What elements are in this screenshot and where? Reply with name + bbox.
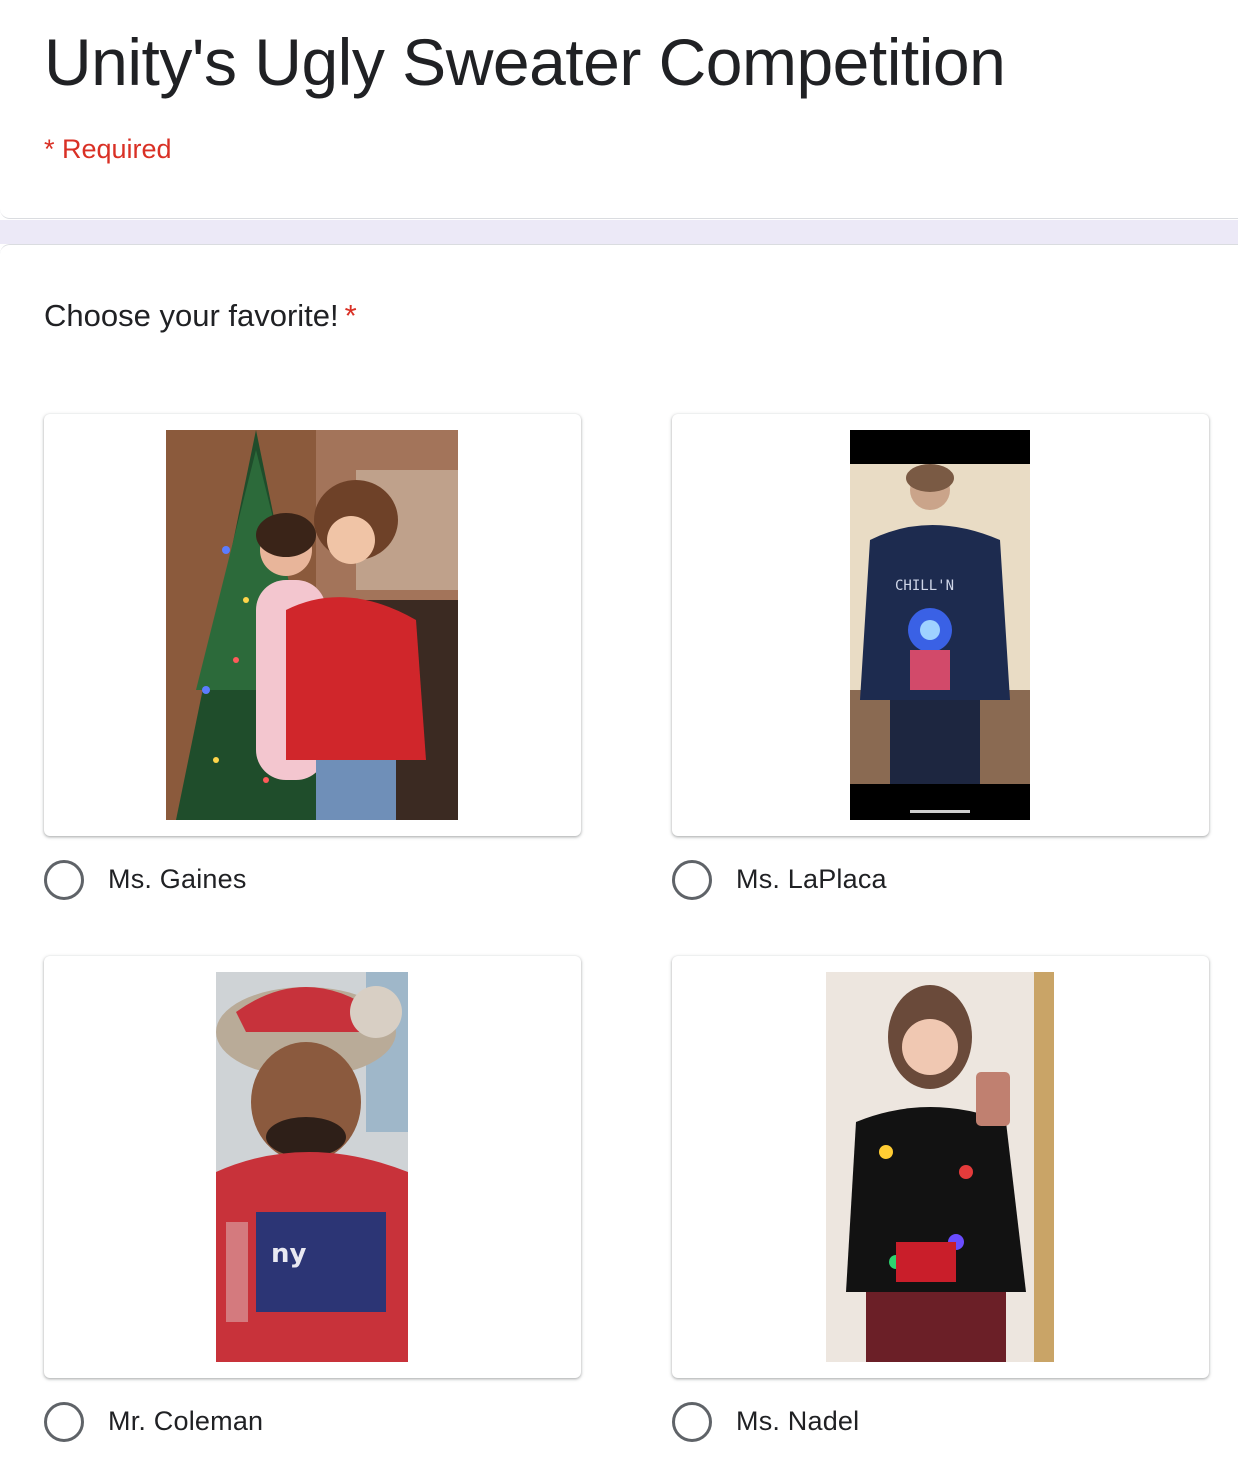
option-image-card-nadel[interactable]: [672, 956, 1209, 1378]
option-label-gaines[interactable]: Ms. Gaines: [108, 864, 247, 895]
svg-text:ny: ny: [271, 1239, 307, 1269]
required-asterisk: *: [344, 298, 357, 333]
radio-laplaca[interactable]: [672, 860, 712, 900]
option-photo: [826, 972, 1054, 1362]
photo-tree-image: [166, 430, 458, 820]
radio-nadel[interactable]: [672, 1402, 712, 1442]
option-photo: CHILL'N: [850, 430, 1030, 820]
form-header-card: Unity's Ugly Sweater Competition * Requi…: [0, 0, 1238, 219]
radio-gaines[interactable]: [44, 860, 84, 900]
option-photo: ny: [216, 972, 408, 1362]
photo-holiday-lights-sweater-image: [826, 972, 1054, 1362]
form-title: Unity's Ugly Sweater Competition: [44, 25, 1006, 99]
option-image-card-coleman[interactable]: ny: [44, 956, 581, 1378]
photo-giants-hat-image: ny: [216, 972, 408, 1362]
option-label-laplaca[interactable]: Ms. LaPlaca: [736, 864, 887, 895]
option-label-coleman[interactable]: Mr. Coleman: [108, 1406, 263, 1437]
svg-text:CHILL'N: CHILL'N: [895, 578, 954, 594]
option-photo: [166, 430, 458, 820]
photo-penguin-sweater-image: CHILL'N: [850, 430, 1030, 820]
section-divider: [0, 220, 1238, 244]
radio-coleman[interactable]: [44, 1402, 84, 1442]
question-title-text: Choose your favorite!: [44, 298, 339, 333]
required-note: * Required: [44, 134, 172, 164]
question-title: Choose your favorite! *: [44, 298, 357, 334]
option-image-card-laplaca[interactable]: CHILL'N: [672, 414, 1209, 836]
option-label-nadel[interactable]: Ms. Nadel: [736, 1406, 859, 1437]
option-image-card-gaines[interactable]: [44, 414, 581, 836]
